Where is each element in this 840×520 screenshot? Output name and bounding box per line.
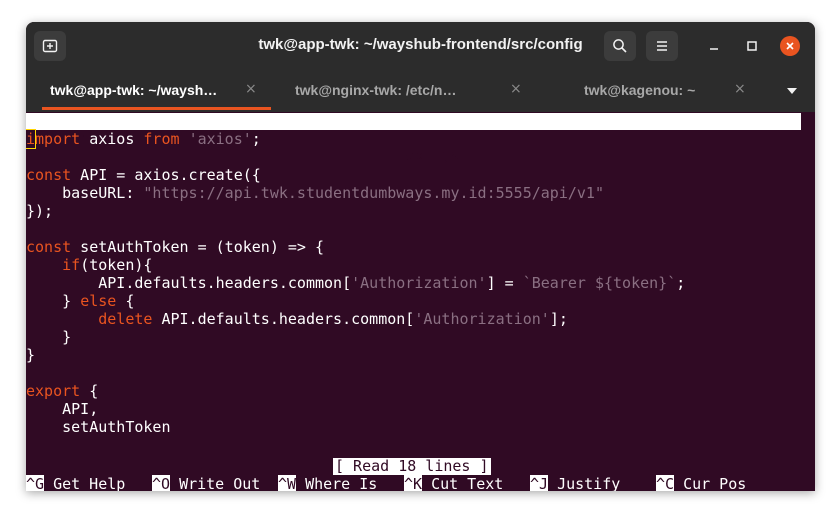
tab-close-icon[interactable]: × — [510, 81, 522, 97]
code-line: } — [26, 328, 72, 346]
menu-button[interactable] — [646, 31, 678, 61]
title-bar[interactable]: twk@app-twk: ~/wayshub-frontend/src/conf… — [26, 22, 815, 70]
shortcut-key: ^O — [152, 475, 171, 491]
terminal-area[interactable]: GNU nano 4.8 api.js import axios from 'a… — [26, 112, 815, 491]
shortcut-item[interactable]: ^K Cut Text — [404, 475, 503, 491]
shortcut-label: Cur Pos — [683, 475, 747, 491]
minimize-icon — [710, 48, 718, 50]
shortcut-key: ^W — [278, 475, 297, 491]
shortcut-item[interactable]: ^C Cur Pos — [656, 475, 746, 491]
code-line: API.defaults.headers.common['Authorizati… — [26, 274, 686, 292]
shortcut-key: ^J — [530, 475, 549, 491]
tab-nginx-twk[interactable]: twk@nginx-twk: /etc/n… × — [271, 70, 536, 112]
code-line: } — [26, 346, 36, 364]
code-line: API, — [26, 400, 99, 418]
shortcut-label: Justify — [557, 475, 621, 491]
shortcut-row: ^G Get Help ^O Write Out ^W Where Is ^K Cut Tex… — [26, 475, 815, 491]
code-line: import axios from 'axios'; — [26, 129, 261, 149]
tab-kagenou[interactable]: twk@kagenou: ~ × — [536, 70, 756, 112]
tab-app-twk[interactable]: twk@app-twk: ~/waysh… × — [26, 70, 271, 112]
shortcut-label: Get Help — [53, 475, 126, 491]
status-message: [ Read 18 lines ] — [333, 457, 491, 475]
shortcut-item[interactable]: ^J Justify — [530, 475, 620, 491]
close-icon — [786, 42, 794, 50]
terminal-window: twk@app-twk: ~/wayshub-frontend/src/conf… — [26, 22, 815, 491]
tab-list-button[interactable] — [784, 84, 800, 98]
shortcut-key: ^K — [404, 475, 423, 491]
code-editor[interactable]: import axios from 'axios'; const API = a… — [26, 129, 815, 436]
code-line: }); — [26, 202, 54, 220]
code-line: const setAuthToken = (token) => { — [26, 238, 325, 256]
shortcut-item[interactable]: ^W Where Is — [278, 475, 377, 491]
code-line: setAuthToken — [26, 418, 171, 436]
nano-header-bar: GNU nano 4.8 api.js — [26, 113, 801, 164]
tab-close-icon[interactable]: × — [245, 81, 257, 97]
code-line: const API = axios.create({ — [26, 166, 261, 184]
code-line: if(token){ — [62, 256, 153, 274]
shortcut-key: ^C — [656, 475, 675, 491]
minimize-button[interactable] — [704, 36, 724, 56]
shortcut-label: Write Out — [179, 475, 261, 491]
tab-close-icon[interactable]: × — [734, 81, 746, 97]
tab-bar: twk@app-twk: ~/waysh… × twk@nginx-twk: /… — [26, 70, 815, 112]
close-button[interactable] — [780, 36, 800, 56]
code-line: } else { — [26, 292, 135, 310]
search-button[interactable] — [604, 31, 636, 61]
tab-label: twk@app-twk: ~/waysh… — [50, 82, 218, 98]
tab-label: twk@kagenou: ~ — [584, 82, 696, 98]
hamburger-menu-icon — [657, 41, 667, 51]
tab-label: twk@nginx-twk: /etc/n… — [295, 82, 457, 98]
window-title: twk@app-twk: ~/wayshub-frontend/src/conf… — [258, 36, 583, 53]
search-icon — [613, 39, 627, 53]
code-line: delete API.defaults.headers.common['Auth… — [98, 310, 568, 328]
shortcut-key: ^G — [26, 475, 45, 491]
maximize-icon — [747, 41, 757, 51]
shortcut-item[interactable]: ^O Write Out — [152, 475, 260, 491]
code-line: baseURL: "https://api.twk.studentdumbway… — [26, 184, 604, 202]
shortcut-item[interactable]: ^G Get Help — [26, 475, 125, 491]
shortcut-label: Where Is — [305, 475, 378, 491]
maximize-button[interactable] — [742, 36, 762, 56]
code-line: export { — [26, 382, 99, 400]
chevron-down-icon — [787, 88, 797, 94]
shortcut-label: Cut Text — [431, 475, 504, 491]
